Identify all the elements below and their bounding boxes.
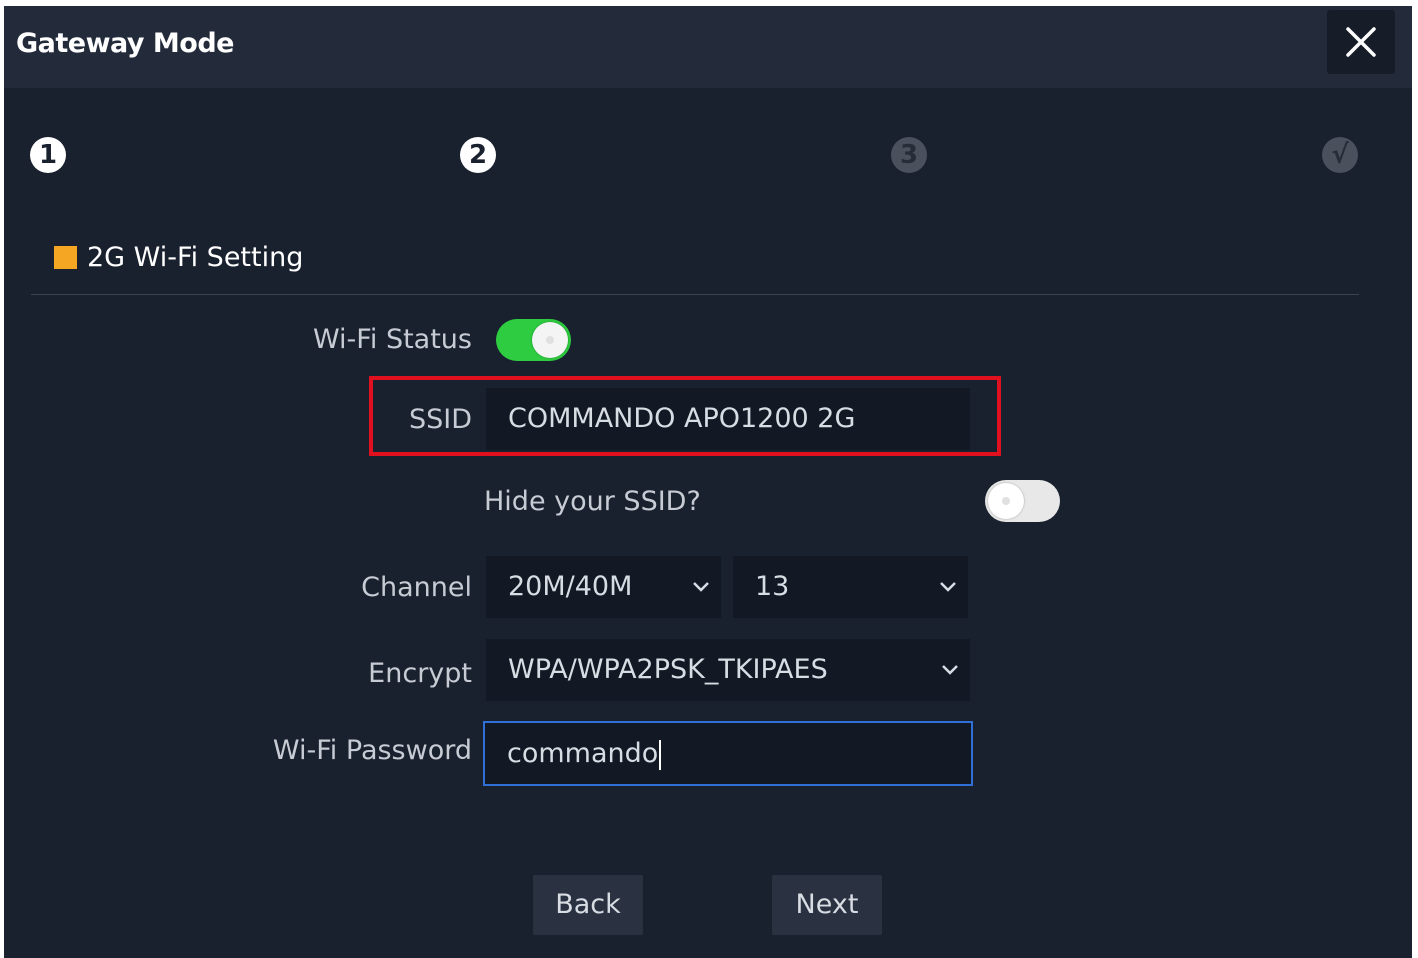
text-caret <box>659 739 662 770</box>
toggle-knob <box>988 483 1024 519</box>
ssid-input[interactable]: COMMANDO APO1200 2G <box>486 388 970 450</box>
chevron-down-icon <box>693 582 709 592</box>
chevron-down-icon <box>942 665 958 675</box>
chevron-down-icon <box>940 582 956 592</box>
channel-label: Channel <box>361 572 472 603</box>
wifi-password-label: Wi-Fi Password <box>272 735 472 766</box>
ssid-label: SSID <box>408 404 472 435</box>
channel-bandwidth-select[interactable]: 20M/40M <box>486 556 721 618</box>
ssid-value: COMMANDO APO1200 2G <box>508 403 856 434</box>
dialog-titlebar: Gateway Mode <box>4 6 1412 88</box>
step-1-indicator: 1 <box>30 137 66 173</box>
wifi-password-value: commando <box>507 738 659 769</box>
section-divider <box>31 294 1359 295</box>
channel-number-select[interactable]: 13 <box>733 556 968 618</box>
section-title: 2G Wi-Fi Setting <box>87 242 304 273</box>
dialog-title: Gateway Mode <box>16 28 235 59</box>
back-button[interactable]: Back <box>533 875 643 935</box>
step-complete-indicator: √ <box>1322 137 1358 173</box>
wifi-status-toggle[interactable] <box>496 319 571 361</box>
next-button[interactable]: Next <box>772 875 882 935</box>
encrypt-select[interactable]: WPA/WPA2PSK_TKIPAES <box>486 639 970 701</box>
hide-ssid-label: Hide your SSID? <box>484 486 701 517</box>
channel-bandwidth-value: 20M/40M <box>508 571 633 602</box>
close-button[interactable] <box>1327 10 1395 74</box>
step-3-indicator: 3 <box>891 137 927 173</box>
wifi-password-input[interactable]: commando <box>483 721 973 786</box>
channel-number-value: 13 <box>755 571 790 602</box>
hide-ssid-toggle[interactable] <box>985 480 1060 522</box>
gateway-mode-dialog: Gateway Mode 1 2 3 √ 2G Wi-Fi Setting Wi… <box>4 6 1412 958</box>
section-marker <box>54 246 77 269</box>
step-2-indicator: 2 <box>460 137 496 173</box>
toggle-knob <box>532 322 568 358</box>
encrypt-label: Encrypt <box>368 658 472 689</box>
wifi-status-label: Wi-Fi Status <box>312 324 472 355</box>
close-icon <box>1346 27 1376 57</box>
encrypt-value: WPA/WPA2PSK_TKIPAES <box>508 654 828 685</box>
